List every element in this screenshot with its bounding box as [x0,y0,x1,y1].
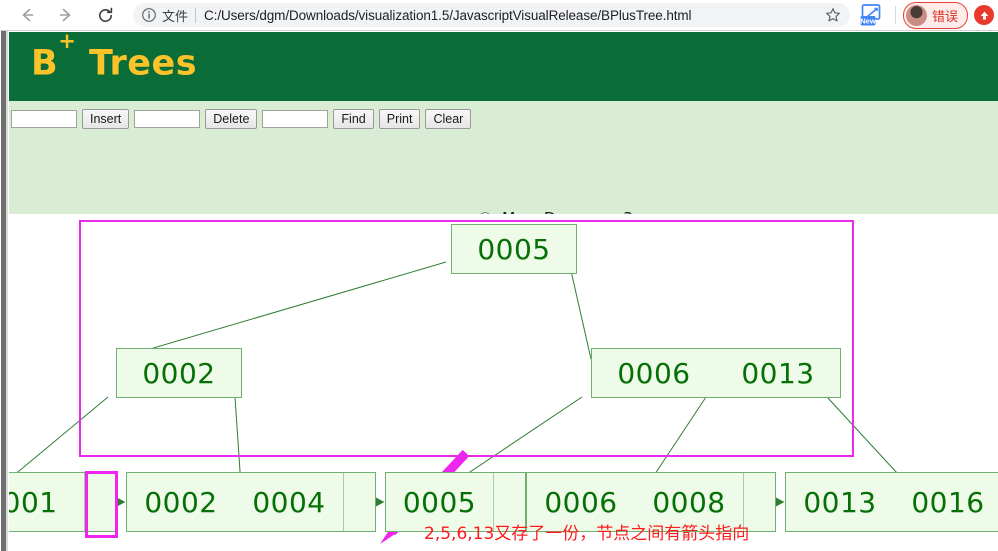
info-circle-icon[interactable] [141,7,157,23]
omnibox-divider [195,7,197,23]
url-scheme-label: 文件 [162,9,189,25]
app-header-banner: B+ Trees [9,29,998,101]
new-badge-label: New [860,16,876,25]
page-title: B+ Trees [31,29,198,84]
forward-button[interactable] [51,0,81,30]
delete-input[interactable] [134,110,201,128]
insert-input[interactable] [11,110,77,128]
toolbar-divider [894,6,896,24]
back-button[interactable] [12,0,42,30]
control-panel: Insert Delete Find Print Clear Max. Degr… [9,101,998,319]
insert-button[interactable]: Insert [82,109,130,129]
page-title-rest: Trees [76,43,198,84]
url-text: C:/Users/dgm/Downloads/visualization1.5/… [204,7,692,23]
new-extension-icon[interactable]: New [858,2,884,28]
star-icon[interactable] [825,7,841,23]
browser-toolbar: 文件 C:/Users/dgm/Downloads/visualization1… [0,0,998,31]
avatar [905,4,927,26]
delete-button[interactable]: Delete [205,109,258,129]
node-key: 0002 [144,485,218,519]
find-button[interactable]: Find [333,109,374,129]
update-arrow-icon[interactable] [974,5,994,25]
tree-leaf-1[interactable]: 0002 0004 [126,472,376,532]
find-input[interactable] [262,110,329,128]
clear-button[interactable]: Clear [425,109,472,129]
page-left-edge [0,31,8,551]
tree-leaf-4[interactable]: 0013 0016 [785,472,998,532]
node-key: 0016 [911,485,985,519]
node-key: 0013 [803,485,877,519]
address-bar[interactable]: 文件 C:/Users/dgm/Downloads/visualization1… [133,3,850,27]
arrow-left-icon [17,5,37,25]
arrow-right-icon [56,5,76,25]
reload-button[interactable] [90,0,120,30]
control-button-row: Insert Delete Find Print Clear [11,109,476,129]
reload-icon [96,6,115,25]
annotation-group-rectangle [79,220,854,457]
print-button[interactable]: Print [378,109,421,129]
node-key: 0004 [252,485,326,519]
profile-status-label: 错误 [931,9,958,25]
profile-chip[interactable]: 错误 [902,1,968,29]
leaf-next-pointer-cell [344,473,375,531]
page-title-main: B [31,43,59,84]
page-title-superscript: + [58,29,77,54]
annotation-note-text: 2,5,6,13又存了一份，节点之间有箭头指向 [424,524,750,544]
node-key: 0001 [9,485,58,519]
annotation-highlight-rectangle [85,471,118,538]
